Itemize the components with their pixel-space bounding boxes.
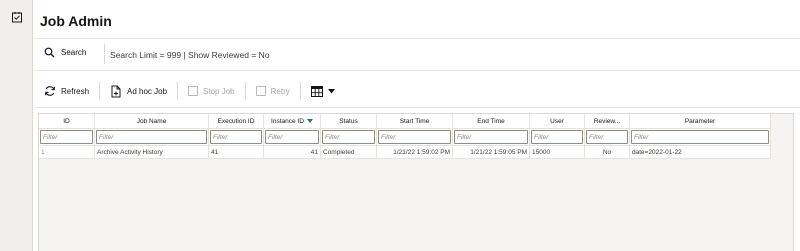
column-header-execution-id[interactable]: Execution ID xyxy=(209,114,264,128)
divider xyxy=(34,107,800,108)
table-row[interactable]: 1 Archive Activity History 41 41 Complet… xyxy=(39,145,771,159)
cell-end-time: 1/21/22 1:59:05 PM xyxy=(453,146,530,158)
toolbar-separator xyxy=(244,82,246,100)
adhoc-job-button[interactable]: Ad hoc Job xyxy=(110,85,167,98)
cell-job-name: Archive Activity History xyxy=(95,146,209,158)
column-header-parameter[interactable]: Parameter xyxy=(630,114,771,128)
main-panel: Job Admin Search Search Limit = 999 | Sh… xyxy=(34,0,800,251)
search-label: Search xyxy=(61,48,87,57)
toolbar-separator xyxy=(299,82,301,100)
filter-parameter-input[interactable]: Filter xyxy=(631,130,769,144)
filter-status-input[interactable]: Filter xyxy=(322,130,375,144)
table-header-row: ID Job Name Execution ID Instance ID Sta… xyxy=(39,114,771,128)
retry-box[interactable] xyxy=(255,86,266,96)
retry-checkbox[interactable]: Retry xyxy=(255,86,290,96)
divider xyxy=(34,70,800,71)
sort-descending-icon xyxy=(306,119,313,123)
filter-user-input[interactable]: Filter xyxy=(531,130,583,144)
refresh-button[interactable]: Refresh xyxy=(44,85,89,97)
filter-reviewed-input[interactable]: Filter xyxy=(586,130,628,144)
cell-parameter: date=2022-01-22 xyxy=(630,146,771,158)
filter-id-input[interactable]: Filter xyxy=(40,130,93,144)
filter-execution-id-input[interactable]: Filter xyxy=(210,130,262,144)
page-title: Job Admin xyxy=(40,13,112,29)
cell-instance-id: 41 xyxy=(264,146,321,158)
adhoc-job-label: Ad hoc Job xyxy=(127,86,168,96)
toolbar-separator xyxy=(177,82,179,100)
column-header-start-time[interactable]: Start Time xyxy=(377,114,453,128)
column-header-user[interactable]: User xyxy=(530,114,585,128)
table-filter-row: Filter Filter Filter Filter Filter Filte… xyxy=(39,128,771,145)
cell-start-time: 1/21/22 1:59:02 PM xyxy=(377,146,453,158)
app: Job Admin Search Search Limit = 999 | Sh… xyxy=(0,0,800,251)
stop-job-checkbox[interactable]: Stop Job xyxy=(188,86,235,96)
toolbar: Refresh Ad hoc Job Stop Job Retry xyxy=(44,82,335,100)
cell-user: 15000 xyxy=(530,146,585,158)
search-button[interactable]: Search xyxy=(44,47,86,58)
filter-end-time-input[interactable]: Filter xyxy=(454,130,528,144)
column-header-reviewed[interactable]: Review... xyxy=(585,114,630,128)
filter-job-name-input[interactable]: Filter xyxy=(96,130,207,144)
column-header-end-time[interactable]: End Time xyxy=(453,114,530,128)
cell-reviewed: No xyxy=(585,146,630,158)
stop-job-box[interactable] xyxy=(188,86,199,96)
new-job-icon xyxy=(111,85,121,97)
filter-instance-id-input[interactable]: Filter xyxy=(265,130,319,144)
rail-job-admin-button[interactable] xyxy=(0,0,33,33)
search-criteria: Search Limit = 999 | Show Reviewed = No xyxy=(110,50,270,60)
search-icon xyxy=(44,47,55,58)
divider xyxy=(34,38,800,39)
cell-status: Completed xyxy=(321,146,377,158)
search-separator xyxy=(104,44,105,64)
columns-menu-button[interactable] xyxy=(310,85,335,97)
jobs-table: ID Job Name Execution ID Instance ID Sta… xyxy=(38,113,794,251)
refresh-icon xyxy=(45,86,55,96)
checklist-icon xyxy=(11,11,22,22)
column-header-status[interactable]: Status xyxy=(321,114,377,128)
cell-execution-id: 41 xyxy=(209,146,264,158)
column-header-instance-id[interactable]: Instance ID xyxy=(264,114,321,128)
side-rail xyxy=(0,0,33,251)
table-columns-icon xyxy=(310,85,323,97)
cell-id: 1 xyxy=(39,146,95,158)
column-header-id[interactable]: ID xyxy=(39,114,95,128)
stop-job-label: Stop Job xyxy=(203,86,235,96)
retry-label: Retry xyxy=(270,86,290,96)
column-header-job-name[interactable]: Job Name xyxy=(95,114,209,128)
caret-down-icon xyxy=(327,88,335,93)
filter-start-time-input[interactable]: Filter xyxy=(378,130,451,144)
toolbar-separator xyxy=(99,82,101,100)
refresh-label: Refresh xyxy=(61,86,90,96)
